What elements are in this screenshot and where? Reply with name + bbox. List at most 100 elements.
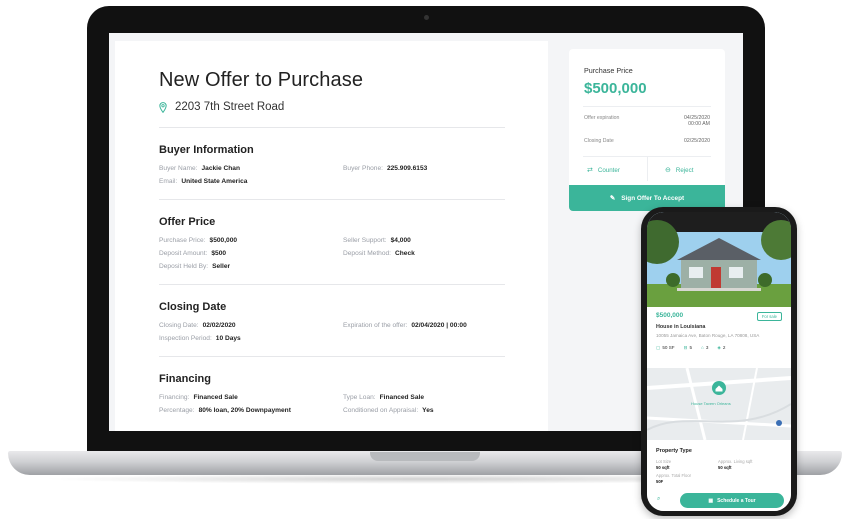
inspection-period-row: Inspection Period: 10 Days <box>159 335 343 342</box>
closing-date-row: Closing Date 02/25/2020 <box>584 138 710 144</box>
webcam-dot <box>424 15 429 20</box>
field-value: $4,000 <box>390 237 411 244</box>
seller-support-row: Seller Support: $4,000 <box>343 237 513 244</box>
offer-document: New Offer to Purchase 2203 7th Street Ro… <box>115 41 548 431</box>
feature-baths: ⌂ 3 <box>701 345 708 351</box>
field-value: Jackie Chan <box>201 165 240 172</box>
location-map[interactable]: House Tavern Orleans <box>647 368 791 440</box>
deposit-held-row: Deposit Held By: Seller <box>159 263 343 270</box>
location-pin-icon <box>159 101 167 113</box>
section-title-closing: Closing Date <box>159 301 227 313</box>
field-label: Expiration of the offer: <box>343 322 408 329</box>
calendar-icon: ▦ <box>708 497 714 504</box>
purchase-price-panel: Purchase Price $500,000 Offer expiration… <box>569 49 725 211</box>
offer-expiration-row: Offer expiration 04/25/2020 00:00 AM <box>584 115 710 127</box>
field-label: Purchase Price: <box>159 237 206 244</box>
counter-label: Counter <box>597 166 620 174</box>
listing-features: ▢ 50 SF ⊟ 5 ⌂ 3 ◈ 2 <box>656 345 784 351</box>
bath-icon: ⌂ <box>701 345 704 350</box>
field-label: Buyer Name: <box>159 165 198 172</box>
button-divider <box>647 157 648 181</box>
address-text: 2203 7th Street Road <box>175 101 285 113</box>
status-badge: For sale <box>756 312 782 321</box>
field-label: Approx. Total Floor <box>656 473 692 478</box>
row-label: Closing Date <box>584 138 614 144</box>
deposit-method-row: Deposit Method: Check <box>343 250 513 257</box>
swap-arrows-icon: ⇄ <box>587 167 593 174</box>
field-value: 50 sqft <box>718 465 732 470</box>
financing-row: Financing: Financed Sale <box>159 394 343 401</box>
phone-screen: $500,000 For sale House in Louisiana 100… <box>647 212 791 511</box>
feature-value: 2 <box>722 345 726 350</box>
field-value: Check <box>395 250 415 257</box>
field-value: 80% loan, 20% Downpayment <box>198 407 291 414</box>
divider <box>159 127 505 128</box>
field-value: Seller <box>212 263 231 270</box>
section-title-financing: Financing <box>159 373 211 385</box>
closing-date-grid: Closing Date: 02/02/2020 Expiration of th… <box>159 322 548 342</box>
property-type-grid: Lot Size 50 sqft Approx. Living sqft 50 sq… <box>656 459 782 484</box>
divider <box>159 199 505 200</box>
buyer-phone-row: Buyer Phone: 225.909.6153 <box>343 165 513 172</box>
field-label: Deposit Held By: <box>159 263 209 270</box>
field-label: Inspection Period: <box>159 335 212 342</box>
buyer-name-row: Buyer Name: Jackie Chan <box>159 165 343 172</box>
field-label: Closing Date: <box>159 322 199 329</box>
field-value: Financed Sale <box>379 394 424 401</box>
feature-beds: ⊟ 5 <box>684 345 692 351</box>
field-value: 50F <box>656 479 664 484</box>
page-title: New Offer to Purchase <box>159 69 364 91</box>
field-label: Financing: <box>159 394 190 401</box>
row-label: Offer expiration <box>584 115 620 121</box>
offer-price-grid: Purchase Price: $500,000 Seller Support: $… <box>159 237 548 270</box>
field-value: United State America <box>181 178 248 185</box>
field-label: Percentage: <box>159 407 195 414</box>
reject-button[interactable]: ⊖ Reject <box>665 166 693 175</box>
deposit-amount-row: Deposit Amount: $500 <box>159 250 343 257</box>
feature-garage: ◈ 2 <box>717 345 725 351</box>
field-value: 02/02/2020 <box>202 322 236 329</box>
phone-frame: $500,000 For sale House in Louisiana 100… <box>641 207 797 516</box>
field-label: Email: <box>159 178 178 185</box>
feature-value: 3 <box>705 345 709 350</box>
edit-pen-icon: ✎ <box>609 195 616 202</box>
listing-address: 10055 Jamaica Ave, Baton Rouge, LA 70808… <box>656 333 760 338</box>
panel-label: Purchase Price <box>584 66 633 75</box>
divider <box>159 356 505 357</box>
panel-price: $500,000 <box>584 80 647 97</box>
field-label: Conditioned on Appraisal: <box>343 407 419 414</box>
divider <box>583 106 711 107</box>
field-value: Yes <box>422 407 434 414</box>
field-label: Deposit Amount: <box>159 250 208 257</box>
counter-button[interactable]: ⇄ Counter <box>587 166 620 175</box>
area-icon: ▢ <box>656 345 661 350</box>
feature-value: 5 <box>689 345 693 350</box>
listing-title: House in Louisiana <box>656 324 706 330</box>
property-row: Lot Size 50 sqft <box>656 459 718 470</box>
search-icon[interactable]: ⌕ <box>657 496 660 503</box>
expiration-row: Expiration of the offer: 02/04/2020 | 00:… <box>343 322 513 329</box>
phone-footer: ⌕ ▦ Schedule a Tour <box>647 491 791 511</box>
schedule-tour-button[interactable]: ▦ Schedule a Tour <box>680 493 784 508</box>
divider <box>159 284 505 285</box>
property-address: 2203 7th Street Road <box>159 101 548 113</box>
field-label: Lot Size <box>656 459 672 464</box>
field-value: 50 sqft <box>656 465 670 470</box>
field-label: Buyer Phone: <box>343 165 383 172</box>
house-photo[interactable] <box>647 212 791 307</box>
field-value: Financed Sale <box>193 394 238 401</box>
cancel-circle-icon: ⊖ <box>665 167 671 174</box>
property-row: Approx. Total Floor 50F <box>656 473 718 484</box>
field-value: $500 <box>211 250 227 257</box>
bed-icon: ⊟ <box>683 345 688 350</box>
schedule-tour-label: Schedule a Tour <box>717 497 756 504</box>
feature-area: ▢ 50 SF <box>656 345 675 351</box>
field-label: Seller Support: <box>343 237 387 244</box>
car-icon: ◈ <box>717 345 721 350</box>
buyer-info-grid: Buyer Name: Jackie Chan Buyer Phone: 225.9… <box>159 165 548 185</box>
closing-date-row: Closing Date: 02/02/2020 <box>159 322 343 329</box>
section-title-buyer: Buyer Information <box>159 144 254 156</box>
field-value: 225.909.6153 <box>386 165 428 172</box>
section-title-offer-price: Offer Price <box>159 216 216 228</box>
property-type-title: Property Type <box>656 448 692 454</box>
